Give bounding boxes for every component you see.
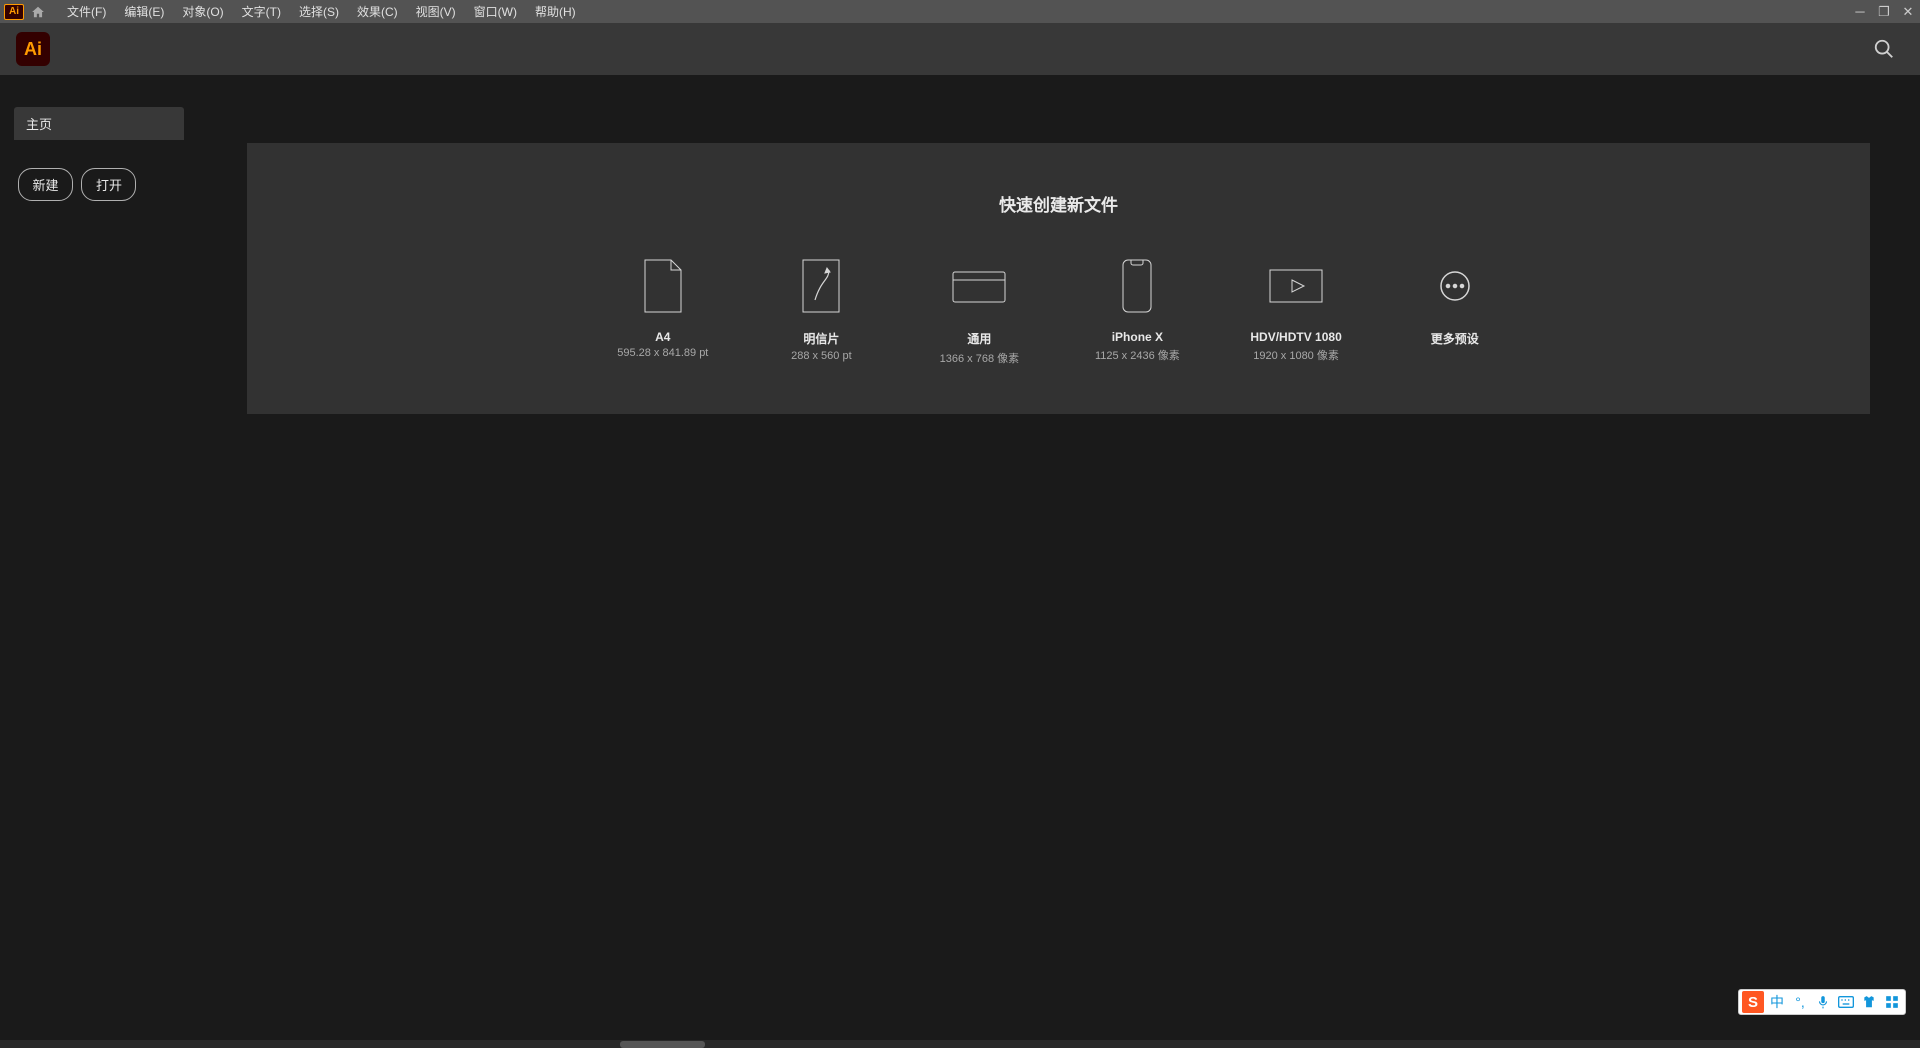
phone-icon <box>1109 258 1165 314</box>
sidebar: 主页 新建 打开 <box>0 75 247 1048</box>
document-icon <box>635 258 691 314</box>
preset-name: iPhone X <box>1112 330 1163 344</box>
menu-file[interactable]: 文件(F) <box>58 0 115 23</box>
preset-list: A4 595.28 x 841.89 pt 明信片 288 x 560 pt 通… <box>287 258 1830 366</box>
menu-window[interactable]: 窗口(W) <box>465 0 526 23</box>
preset-a4[interactable]: A4 595.28 x 841.89 pt <box>617 258 708 366</box>
menubar: Ai 文件(F) 编辑(E) 对象(O) 文字(T) 选择(S) 效果(C) 视… <box>0 0 1920 23</box>
ime-toolbar[interactable]: S 中 °, <box>1738 989 1906 1015</box>
app-header: Ai <box>0 23 1920 75</box>
scrollbar-thumb[interactable] <box>620 1041 705 1048</box>
menu-edit[interactable]: 编辑(E) <box>115 0 173 23</box>
preset-dim: 288 x 560 pt <box>791 350 852 362</box>
ime-voice-icon[interactable] <box>1813 992 1833 1012</box>
quick-create-panel: 快速创建新文件 A4 595.28 x 841.89 pt 明信片 288 x … <box>247 143 1870 414</box>
ime-keyboard-icon[interactable] <box>1836 992 1856 1012</box>
browser-icon <box>951 258 1007 314</box>
ime-punctuation-icon[interactable]: °, <box>1790 992 1810 1012</box>
preset-postcard[interactable]: 明信片 288 x 560 pt <box>776 258 866 366</box>
preset-dim: 1920 x 1080 像素 <box>1253 347 1339 363</box>
search-button[interactable] <box>1866 31 1902 67</box>
ime-logo-icon[interactable]: S <box>1742 991 1764 1013</box>
open-button[interactable]: 打开 <box>81 168 136 201</box>
postcard-icon <box>793 258 849 314</box>
preset-more[interactable]: 更多预设 <box>1410 258 1500 366</box>
preset-name: HDV/HDTV 1080 <box>1250 330 1341 344</box>
menu-effect[interactable]: 效果(C) <box>348 0 407 23</box>
app-logo: Ai <box>16 32 50 66</box>
menu-view[interactable]: 视图(V) <box>407 0 465 23</box>
menu-select[interactable]: 选择(S) <box>290 0 348 23</box>
preset-dim: 1125 x 2436 像素 <box>1095 347 1180 363</box>
panel-title: 快速创建新文件 <box>287 191 1830 216</box>
tab-home[interactable]: 主页 <box>14 107 184 140</box>
menu-help[interactable]: 帮助(H) <box>526 0 585 23</box>
home-icon[interactable] <box>28 2 48 22</box>
video-icon <box>1268 258 1324 314</box>
preset-hdtv[interactable]: HDV/HDTV 1080 1920 x 1080 像素 <box>1250 258 1341 366</box>
main: 主页 新建 打开 快速创建新文件 A4 595.28 x 841.89 pt <box>0 75 1920 1048</box>
ime-lang-icon[interactable]: 中 <box>1767 992 1787 1012</box>
ime-toolbox-icon[interactable] <box>1882 992 1902 1012</box>
preset-name: A4 <box>655 330 670 344</box>
menu-object[interactable]: 对象(O) <box>173 0 232 23</box>
preset-name: 明信片 <box>803 330 839 347</box>
preset-name: 更多预设 <box>1431 330 1479 347</box>
bottom-scrollbar[interactable] <box>0 1040 1920 1048</box>
new-button[interactable]: 新建 <box>18 168 73 201</box>
menu-type[interactable]: 文字(T) <box>233 0 290 23</box>
content: 快速创建新文件 A4 595.28 x 841.89 pt 明信片 288 x … <box>247 75 1920 1048</box>
more-icon <box>1427 258 1483 314</box>
maximize-button[interactable]: ❐ <box>1872 0 1896 23</box>
ime-skin-icon[interactable] <box>1859 992 1879 1012</box>
close-button[interactable]: ✕ <box>1896 0 1920 23</box>
minimize-button[interactable]: ─ <box>1848 0 1872 23</box>
preset-name: 通用 <box>967 330 991 347</box>
preset-web[interactable]: 通用 1366 x 768 像素 <box>934 258 1024 366</box>
preset-iphonex[interactable]: iPhone X 1125 x 2436 像素 <box>1092 258 1182 366</box>
preset-dim: 1366 x 768 像素 <box>940 350 1020 366</box>
preset-dim: 595.28 x 841.89 pt <box>617 347 708 359</box>
app-icon-small: Ai <box>4 4 24 20</box>
